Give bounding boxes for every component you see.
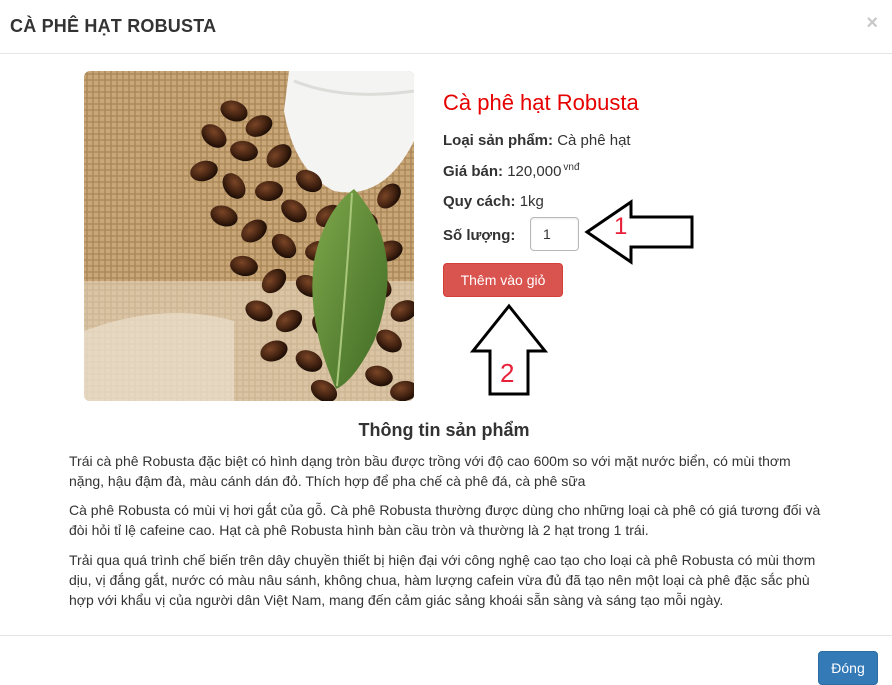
spec-value: 1kg	[519, 193, 544, 210]
modal-header: CÀ PHÊ HẠT ROBUSTA ×	[0, 0, 892, 54]
quantity-row: Số lượng:	[443, 227, 515, 244]
category-label: Loại sản phẩm:	[443, 132, 554, 149]
spec-row: Quy cách: 1kg	[443, 193, 544, 210]
add-to-cart-button[interactable]: Thêm vào giỏ	[443, 263, 563, 297]
quantity-label: Số lượng:	[443, 227, 516, 244]
product-name: Cà phê hạt Robusta	[443, 90, 639, 115]
price-value: 120,000	[507, 163, 562, 180]
modal-footer-divider	[0, 635, 892, 636]
description-title: Thông tin sản phẩm	[358, 420, 530, 440]
annotation-number-1: 1	[614, 213, 628, 240]
description-paragraph-1: Trái cà phê Robusta đặc biệt có hình dạn…	[69, 453, 791, 489]
price-row: Giá bán: 120,000 vnđ	[443, 162, 580, 180]
close-button[interactable]: Đóng	[818, 651, 878, 685]
arrow-left-icon	[584, 199, 694, 265]
description-paragraph-3: Trải qua quá trình chế biến trên dây chu…	[69, 552, 816, 608]
product-image	[84, 71, 414, 401]
quantity-input[interactable]	[530, 217, 579, 251]
close-x-icon[interactable]: ×	[866, 13, 878, 33]
description-paragraph-2: Cà phê Robusta có mùi vị hơi gắt của gỗ.…	[69, 502, 821, 538]
category-value: Cà phê hạt	[557, 132, 631, 149]
annotation-number-2: 2	[500, 358, 515, 388]
price-label: Giá bán:	[443, 163, 504, 180]
price-unit: vnđ	[563, 162, 580, 173]
category-row: Loại sản phẩm: Cà phê hạt	[443, 132, 631, 149]
modal-title: CÀ PHÊ HẠT ROBUSTA	[10, 16, 217, 36]
spec-label: Quy cách:	[443, 193, 516, 210]
